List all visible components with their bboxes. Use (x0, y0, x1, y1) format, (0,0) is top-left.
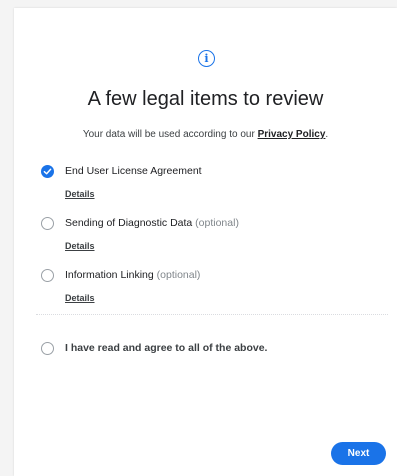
privacy-notice-period: . (325, 129, 329, 140)
legal-review-card: i A few legal items to review Your data … (14, 8, 397, 476)
diagnostic-data-checkbox[interactable] (41, 216, 54, 230)
privacy-policy-link[interactable]: Privacy Policy (258, 129, 326, 140)
optional-tag: (optional) (195, 217, 239, 229)
eula-option[interactable]: End User License Agreement (41, 164, 202, 178)
information-linking-label: Information Linking (optional) (65, 269, 200, 281)
eula-checkbox-checked[interactable] (41, 164, 54, 178)
information-linking-details-link[interactable]: Details (65, 293, 95, 303)
agree-all-checkbox[interactable] (41, 341, 54, 355)
agree-all-option[interactable]: I have read and agree to all of the abov… (41, 341, 267, 355)
privacy-notice-text: Your data will be used according to our (82, 129, 258, 140)
diagnostic-data-option[interactable]: Sending of Diagnostic Data (optional) (41, 216, 239, 230)
privacy-notice: Your data will be used according to our … (14, 129, 397, 140)
diagnostic-data-label-text: Sending of Diagnostic Data (65, 217, 193, 229)
eula-details-link[interactable]: Details (65, 189, 95, 199)
divider (36, 314, 388, 315)
information-linking-checkbox[interactable] (41, 268, 54, 282)
information-linking-label-text: Information Linking (65, 269, 154, 281)
info-icon: i (198, 50, 215, 67)
eula-label-text: End User License Agreement (65, 165, 202, 177)
check-icon (43, 168, 52, 174)
diagnostic-data-label: Sending of Diagnostic Data (optional) (65, 217, 239, 229)
page-title: A few legal items to review (87, 88, 324, 110)
next-button[interactable]: Next (331, 442, 386, 465)
agree-all-label: I have read and agree to all of the abov… (65, 342, 268, 354)
diagnostic-data-details-link[interactable]: Details (65, 241, 95, 251)
eula-label: End User License Agreement (65, 165, 202, 177)
optional-tag: (optional) (156, 269, 201, 281)
information-linking-option[interactable]: Information Linking (optional) (41, 268, 200, 282)
